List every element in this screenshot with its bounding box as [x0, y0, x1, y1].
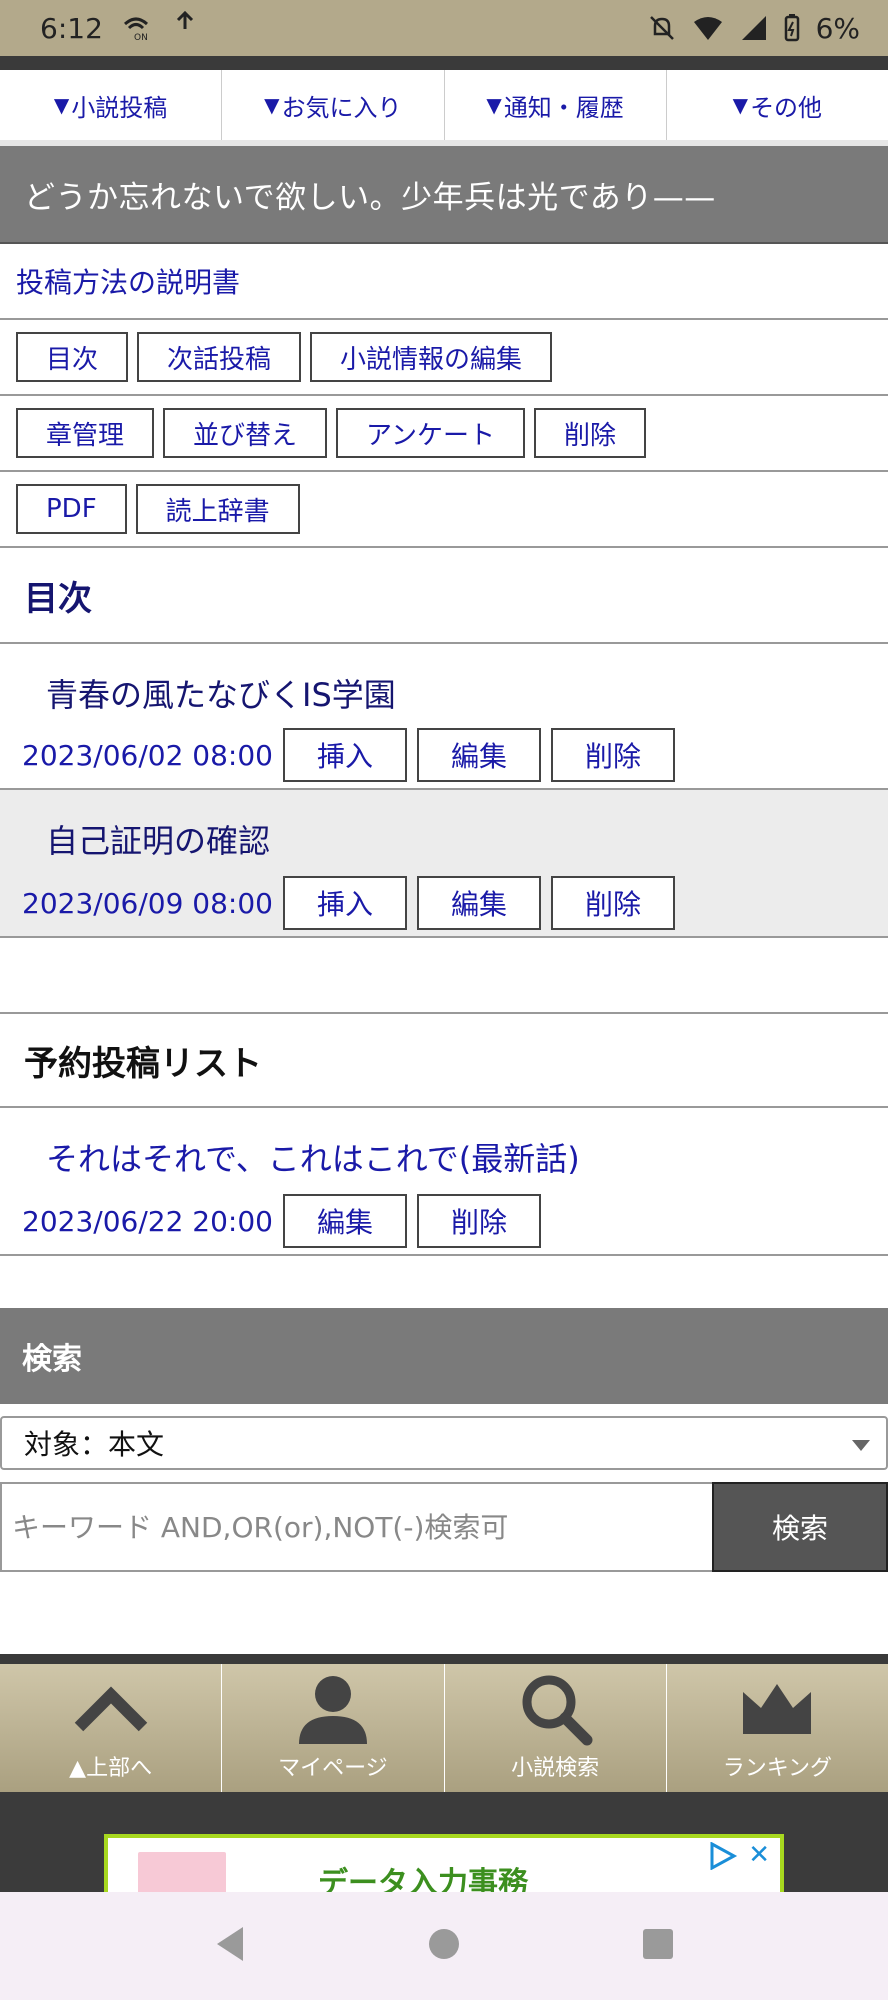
- edit-button[interactable]: 編集: [416, 728, 541, 782]
- search-target-value: 対象：本文: [24, 1428, 165, 1461]
- episode-datetime: 2023/06/02 08:00: [22, 738, 273, 772]
- ad-banner[interactable]: データ入力事務 ✕: [104, 1834, 784, 1892]
- post-next-episode-button[interactable]: 次話投稿: [137, 332, 302, 382]
- edit-button[interactable]: 編集: [282, 1194, 407, 1248]
- delete-button[interactable]: 削除: [550, 876, 675, 930]
- data-speed-icon: [169, 11, 201, 45]
- battery-percent: 6%: [815, 11, 860, 45]
- ad-image: [138, 1852, 226, 1892]
- delete-button[interactable]: 削除: [416, 1194, 541, 1248]
- triangle-down-icon: ▼: [732, 93, 749, 117]
- wifi-calling-icon: ON: [121, 14, 151, 42]
- battery-icon: [784, 14, 800, 42]
- toolbar-mypage-label: マイページ: [278, 1756, 388, 1781]
- nav-other[interactable]: ▼ その他: [667, 70, 888, 140]
- svg-text:ON: ON: [134, 33, 148, 42]
- search-band: 検索: [0, 1308, 888, 1404]
- reading-dictionary-button[interactable]: 読上辞書: [135, 484, 300, 534]
- triangle-down-icon: ▼: [53, 93, 70, 117]
- toc-heading: 目次: [0, 548, 888, 644]
- nav-novel-post[interactable]: ▼ 小説投稿: [0, 70, 223, 140]
- search-button[interactable]: 検索: [712, 1482, 888, 1572]
- back-icon[interactable]: [213, 1925, 247, 1967]
- scheduled-heading: 予約投稿リスト: [0, 1014, 888, 1108]
- empty-row: [0, 938, 888, 1014]
- toolbar-divider: [0, 1654, 888, 1664]
- ad-choices-icon[interactable]: [708, 1841, 738, 1874]
- toolbar-mypage-button[interactable]: マイページ: [222, 1664, 445, 1792]
- page-title-band: どうか忘れないで欲しい。少年兵は光であり——: [0, 146, 888, 244]
- pdf-button[interactable]: PDF: [16, 484, 127, 534]
- episode-row: 青春の風たなびくIS学園 2023/06/02 08:00 挿入 編集 削除: [0, 644, 888, 790]
- delete-novel-button[interactable]: 削除: [534, 408, 647, 458]
- guide-row: 投稿方法の説明書: [0, 244, 888, 320]
- chapter-manage-button[interactable]: 章管理: [16, 408, 155, 458]
- home-icon[interactable]: [427, 1927, 461, 1965]
- insert-button[interactable]: 挿入: [282, 876, 407, 930]
- status-time: 6:12: [40, 11, 103, 45]
- search-icon: [517, 1670, 593, 1746]
- episode-title[interactable]: 青春の風たなびくIS学園: [46, 670, 396, 716]
- search-heading: 検索: [22, 1342, 82, 1377]
- action-row-1: 目次 次話投稿 小説情報の編集: [0, 320, 888, 396]
- caret-down-icon: [852, 1440, 870, 1451]
- edit-novel-info-button[interactable]: 小説情報の編集: [310, 332, 553, 382]
- toolbar-search-label: 小説検索: [511, 1756, 600, 1781]
- edit-button[interactable]: 編集: [416, 876, 541, 930]
- status-bar: 6:12 ON 6%: [0, 0, 888, 56]
- toc-button[interactable]: 目次: [16, 332, 129, 382]
- action-row-2: 章管理 並び替え アンケート 削除: [0, 396, 888, 472]
- nav-notifications-history[interactable]: ▼ 通知・履歴: [445, 70, 667, 140]
- triangle-down-icon: ▼: [486, 93, 502, 117]
- survey-button[interactable]: アンケート: [336, 408, 525, 458]
- crown-icon: [739, 1670, 815, 1746]
- toolbar-top-label: ▲上部へ: [69, 1756, 153, 1781]
- episode-datetime: 2023/06/09 08:00: [22, 886, 273, 920]
- toolbar-ranking-button[interactable]: ランキング: [667, 1664, 888, 1792]
- episode-title[interactable]: 自己証明の確認: [46, 816, 270, 862]
- reorder-button[interactable]: 並び替え: [163, 408, 328, 458]
- search-target-select[interactable]: 対象：本文: [0, 1416, 888, 1470]
- insert-button[interactable]: 挿入: [282, 728, 407, 782]
- scheduled-datetime: 2023/06/22 20:00: [22, 1204, 273, 1238]
- action-row-3: PDF 読上辞書: [0, 472, 888, 548]
- wifi-icon: [692, 14, 724, 42]
- mute-icon: [648, 14, 676, 42]
- search-input[interactable]: [0, 1482, 712, 1572]
- scheduled-row: それはそれで、これはこれで(最新話) 2023/06/22 20:00 編集 削…: [0, 1108, 888, 1256]
- ad-text: データ入力事務: [318, 1866, 528, 1892]
- delete-button[interactable]: 削除: [550, 728, 675, 782]
- page-title: どうか忘れないで欲しい。少年兵は光であり——: [24, 179, 716, 216]
- header-divider: [0, 56, 888, 70]
- scheduled-title[interactable]: それはそれで、これはこれで(最新話): [46, 1134, 580, 1180]
- nav-favorites[interactable]: ▼ お気に入り: [222, 70, 445, 140]
- top-nav: ▼ 小説投稿 ▼ お気に入り ▼ 通知・履歴 ▼ その他: [0, 70, 888, 146]
- episode-row: 自己証明の確認 2023/06/09 08:00 挿入 編集 削除: [0, 790, 888, 938]
- signal-icon: [740, 14, 768, 42]
- close-icon[interactable]: ✕: [748, 1840, 770, 1870]
- triangle-down-icon: ▼: [264, 93, 280, 117]
- recents-icon[interactable]: [641, 1927, 675, 1965]
- bottom-toolbar: ▲上部へ マイページ 小説検索 ランキング: [0, 1664, 888, 1792]
- toolbar-ranking-label: ランキング: [722, 1756, 833, 1781]
- posting-guide-link[interactable]: 投稿方法の説明書: [16, 261, 240, 301]
- toolbar-top-button[interactable]: ▲上部へ: [0, 1664, 223, 1792]
- chevron-up-icon: [73, 1670, 149, 1746]
- toolbar-search-button[interactable]: 小説検索: [445, 1664, 667, 1792]
- person-icon: [295, 1670, 371, 1746]
- system-nav-bar: [0, 1892, 888, 2000]
